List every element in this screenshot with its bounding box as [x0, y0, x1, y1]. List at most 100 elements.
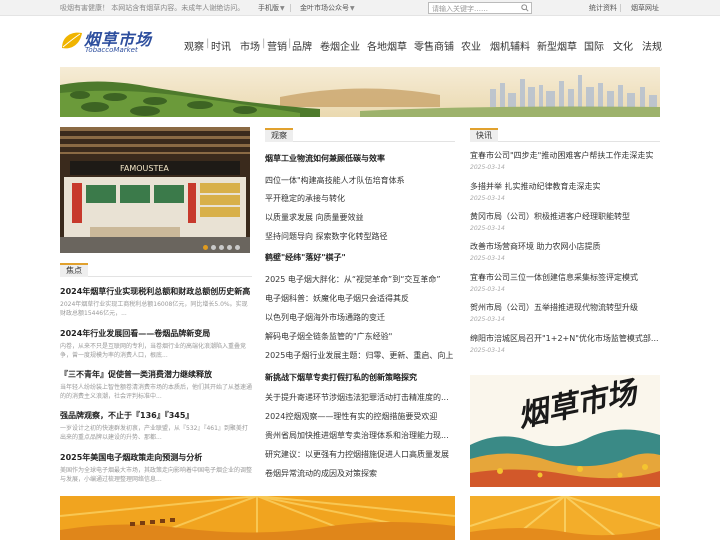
slide-dot[interactable] — [219, 245, 224, 250]
news-item-title[interactable]: 绵阳市涪城区局召开"1+2+N"优化市场监管模式部... — [470, 333, 660, 344]
slide-dot[interactable] — [235, 245, 240, 250]
nav-separator: | — [206, 38, 210, 49]
health-warning: 吸烟有害健康！ 本网站含有烟草内容。未成年人谢绝访问。 — [60, 4, 245, 12]
focus-item-desc: 2024年烟草行业实现工商税利总额16008亿元，同比增长5.0%。实现财政总额… — [60, 301, 248, 317]
focus-item-title[interactable]: 2025年美国电子烟政策走向预测与分析 — [60, 452, 252, 463]
news-item-date: 2025-03-14 — [470, 225, 505, 232]
news-section-header: 快讯 — [470, 128, 660, 142]
news-item-title[interactable]: 宜春市公司三位一体创建信息采集标签评定模式 — [470, 272, 660, 283]
focus-item-title[interactable]: 2024年烟草行业实现税利总额和财政总额创历史新高 — [60, 286, 252, 297]
focus-item-title[interactable]: 2024年行业发展回看——卷烟品牌新变局 — [60, 328, 252, 339]
focus-item[interactable]: 2024年烟草行业实现税利总额和财政总额创历史新高 2024年烟草行业实现工商税… — [60, 286, 252, 318]
news-item[interactable]: 绵阳市涪城区局召开"1+2+N"优化市场监管模式部... 2025-03-14 — [470, 333, 660, 354]
nav-item-marketing[interactable]: 营销 — [267, 38, 287, 53]
news-item-title[interactable]: 改善市场营商环境 助力农网小店提质 — [470, 241, 660, 252]
site-logo[interactable]: 烟草市场 TobaccoMarket — [60, 24, 151, 60]
observe-item[interactable]: 电子烟科普：妖魔化电子烟只会适得其反 — [265, 293, 455, 304]
calligraphy-poster-image: 烟草市场 — [470, 375, 660, 487]
observe-headline[interactable]: 新挑战下烟草专卖打假打私的创新策略探究 — [265, 372, 455, 383]
nav-item-international[interactable]: 国际 — [584, 38, 604, 53]
chevron-down-icon: ▼ — [350, 5, 355, 12]
focus-item[interactable]: 2024年行业发展回看——卷烟品牌新变局 内卷，从来不只是互联网的专利，当卷烟行… — [60, 328, 252, 360]
focus-item[interactable]: 『三不青年』促使普一类消费潜力继续释放 当年轻人纷纷装上智性额卷清消费市场的本质… — [60, 369, 252, 401]
observe-item[interactable]: 四位一体"构建高技能人才队伍培育体系 — [265, 175, 455, 186]
focus-item[interactable]: 2025年美国电子烟政策走向预测与分析 美国作为全球电子烟最大市场，其政策走向影… — [60, 452, 252, 484]
news-item-title[interactable]: 宜春市公司"四步走"推动困难客户帮扶工作走深走实 — [470, 150, 660, 161]
news-tab[interactable]: 快讯 — [470, 128, 498, 142]
nav-item-culture[interactable]: 文化 — [613, 38, 633, 53]
promo-poster[interactable]: 烟草市场 — [470, 375, 660, 487]
news-item-title[interactable]: 黄冈市局（公司）积极推进客户经理职能转型 — [470, 211, 660, 222]
nav-item-local-tobacco[interactable]: 各地烟草 — [367, 38, 407, 53]
tobacco-sites-link[interactable]: 烟草网址 — [631, 3, 659, 13]
observe-item[interactable]: 以质量求发展 向质量要效益 — [265, 212, 455, 223]
news-item[interactable]: 宜春市公司"四步走"推动困难客户帮扶工作走深走实 2025-03-14 — [470, 150, 660, 171]
observe-item[interactable]: 平开稳定的承接与转化 — [265, 193, 455, 204]
nav-separator: | — [262, 38, 266, 49]
observe-item[interactable]: 贵州省局加快推进烟草专卖治理体系和治理能力现... — [265, 430, 455, 441]
observe-item[interactable]: 2025电子烟行业发展主题：归零、更新、重启、向上 — [265, 350, 455, 361]
nav-item-news[interactable]: 时讯 — [211, 38, 231, 53]
news-item-date: 2025-03-14 — [470, 347, 505, 354]
search-placeholder: 请输入关键字…… — [432, 5, 488, 13]
observe-item[interactable]: 2025 电子烟大胖化：从“视觉革命”到“交互革命” — [265, 274, 455, 285]
news-item-date: 2025-03-14 — [470, 195, 505, 202]
news-item-title[interactable]: 贺州市局（公司）五举措推进现代物流转型升级 — [470, 302, 660, 313]
nav-item-regulations[interactable]: 法规 — [642, 38, 662, 53]
observe-headline[interactable]: 烟草工业物流如何兼顾低碳与效率 — [265, 153, 455, 164]
focus-item-title[interactable]: 强品牌观察，不止于『136』『345』 — [60, 410, 252, 421]
mobile-version-dropdown[interactable]: 手机版▼ — [258, 3, 285, 13]
nav-item-retail-shops[interactable]: 零售商铺 — [414, 38, 454, 53]
nav-item-market[interactable]: 市场 — [240, 38, 260, 53]
news-item[interactable]: 多措并举 扎实推动纪律教育走深走实 2025-03-14 — [470, 181, 660, 202]
observe-item[interactable]: 关于提升寄递环节涉烟违法犯罪活动打击精准度的... — [265, 392, 455, 403]
nav-separator: | — [288, 38, 292, 49]
desert-caravan-image — [60, 496, 455, 540]
observe-item[interactable]: 坚持问题导向 探索数字化转型路径 — [265, 231, 455, 242]
nav-item-cigarette-enterprises[interactable]: 卷烟企业 — [320, 38, 360, 53]
news-item[interactable]: 黄冈市局（公司）积极推进客户经理职能转型 2025-03-14 — [470, 211, 660, 232]
news-item[interactable]: 改善市场营商环境 助力农网小店提质 2025-03-14 — [470, 241, 660, 262]
sunburst-image — [470, 496, 660, 540]
observe-item[interactable]: 卷烟异常流动的成因及对策探索 — [265, 468, 455, 479]
observe-item[interactable]: 解码电子烟全链条监管的"广东经验" — [265, 331, 455, 342]
news-item[interactable]: 贺州市局（公司）五举措推进现代物流转型升级 2025-03-14 — [470, 302, 660, 323]
stats-link[interactable]: 统计资料 — [589, 3, 617, 13]
nav-item-new-tobacco[interactable]: 新型烟草 — [537, 38, 577, 53]
tobacco-leaf-icon — [62, 32, 82, 49]
search-input[interactable]: 请输入关键字…… — [428, 2, 532, 14]
desert-banner[interactable] — [60, 496, 455, 540]
focus-section-header: 焦点 — [60, 263, 252, 277]
slideshow-dots — [203, 243, 243, 253]
chevron-down-icon: ▼ — [280, 5, 285, 12]
search-icon[interactable] — [521, 4, 529, 12]
observe-headline[interactable]: 鹤壁"经纬"落好"棋子" — [265, 252, 455, 263]
nav-item-observe[interactable]: 观察 — [184, 38, 204, 53]
focus-item-desc: 美国作为全球电子烟最大市场，其政策走向影响着中国电子烟企业的调整与发展，小编通过… — [60, 467, 252, 483]
news-item-date: 2025-03-14 — [470, 316, 505, 323]
news-item[interactable]: 宜春市公司三位一体创建信息采集标签评定模式 2025-03-14 — [470, 272, 660, 293]
slide-dot[interactable] — [211, 245, 216, 250]
news-item-title[interactable]: 多措并举 扎实推动纪律教育走深走实 — [470, 181, 660, 192]
observe-section-header: 观察 — [265, 128, 455, 142]
slide-dot[interactable] — [227, 245, 232, 250]
observe-item[interactable]: 2024控烟观察——理性有实的控烟措施要受欢迎 — [265, 411, 455, 422]
focus-item-desc: 一岁设计之初的快速群发初衷，产业联盟，从『532』『461』到聚美打出来的重点品… — [60, 425, 248, 441]
mobile-version-label: 手机版 — [258, 4, 279, 12]
news-item-date: 2025-03-14 — [470, 255, 505, 262]
focus-item-title[interactable]: 『三不青年』促使普一类消费潜力继续释放 — [60, 369, 252, 380]
divider — [620, 4, 621, 12]
nav-item-agriculture[interactable]: 农业 — [461, 38, 481, 53]
observe-tab[interactable]: 观察 — [265, 128, 293, 142]
focus-tab[interactable]: 焦点 — [60, 263, 88, 277]
observe-item[interactable]: 以色列电子烟海外市场通路的变迁 — [265, 312, 455, 323]
focus-item-desc: 内卷，从来不只是互联网的专利，当卷烟行业的高端化浪潮陷入重叠竞争，曾一度规模为率… — [60, 343, 247, 359]
nav-item-brand[interactable]: 品牌 — [292, 38, 312, 53]
sunburst-banner[interactable] — [470, 496, 660, 540]
slide-dot[interactable] — [203, 245, 208, 250]
focus-item[interactable]: 强品牌观察，不止于『136』『345』 一岁设计之初的快速群发初衷，产业联盟，从… — [60, 410, 252, 442]
nav-item-machinery[interactable]: 烟机辅料 — [490, 38, 530, 53]
featured-slideshow[interactable]: FAMOUSTEA — [60, 127, 250, 253]
observe-item[interactable]: 研究建议：以更强有力控烟措施促进人口高质量发展 — [265, 449, 455, 460]
wechat-account-dropdown[interactable]: 金叶市场公众号▼ — [300, 3, 355, 13]
